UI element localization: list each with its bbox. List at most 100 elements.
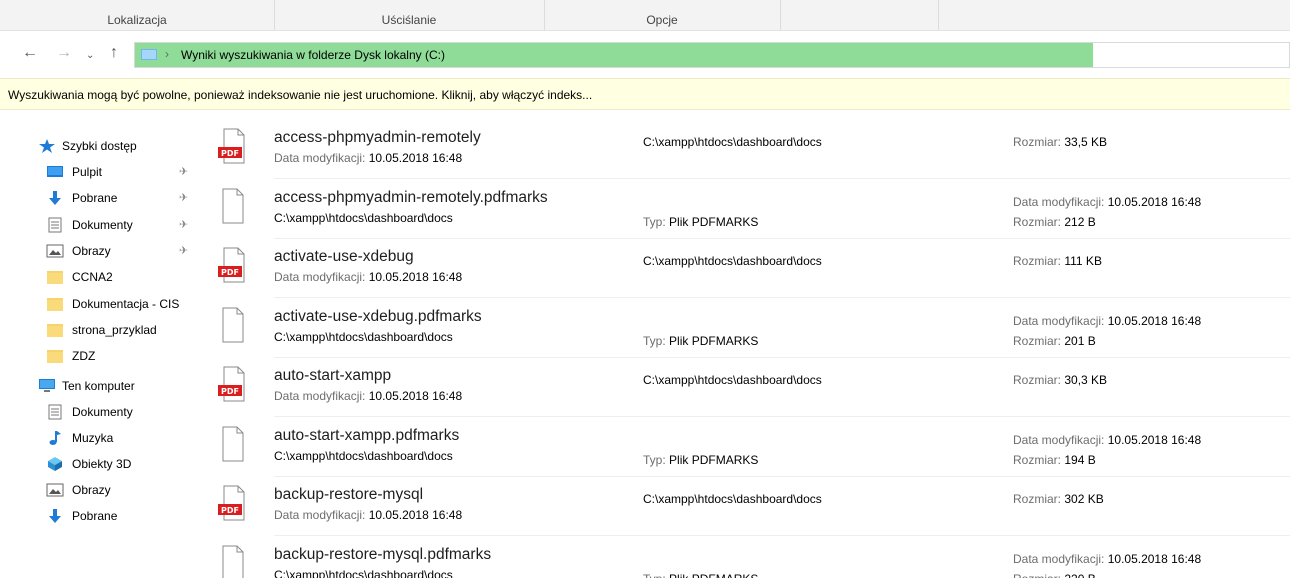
- indexing-info-bar[interactable]: Wyszukiwania mogą być powolne, ponieważ …: [0, 78, 1290, 110]
- field-label: Rozmiar:: [1013, 214, 1062, 229]
- pin-icon[interactable]: ✈: [179, 218, 188, 231]
- file-modified: Data modyfikacji: 10.05.2018 16:48: [274, 270, 462, 284]
- field-label: Rozmiar:: [1013, 135, 1062, 149]
- pictures-icon: [46, 243, 64, 259]
- sidebar-pc-item-obrazy[interactable]: Obrazy: [0, 479, 200, 501]
- file-modified: Data modyfikacji: 10.05.2018 16:48: [1013, 195, 1201, 209]
- result-row[interactable]: access-phpmyadmin-remotely.pdfmarks C:\xa…: [210, 180, 1290, 239]
- sidebar-quick-access[interactable]: Szybki dostęp: [0, 135, 200, 157]
- pdf-file-icon: PDF: [218, 366, 248, 402]
- sidebar-item-label: CCNA2: [72, 270, 113, 285]
- search-results-list: PDF access-phpmyadmin-remotely Data modyfi…: [210, 120, 1290, 578]
- sidebar-item-label: Szybki dostęp: [62, 139, 137, 153]
- sidebar-pc-item-muzyka[interactable]: Muzyka: [0, 427, 200, 449]
- sidebar-item-strona-przyklad[interactable]: strona_przyklad: [0, 319, 200, 341]
- sidebar-item-ccna2[interactable]: CCNA2: [0, 266, 200, 288]
- sidebar-item-label: strona_przyklad: [72, 322, 157, 337]
- field-label: Data modyfikacji:: [1013, 432, 1105, 447]
- result-row[interactable]: activate-use-xdebug.pdfmarks C:\xampp\htd…: [210, 299, 1290, 358]
- indexing-info-text[interactable]: Wyszukiwania mogą być powolne, ponieważ …: [8, 88, 592, 102]
- field-value: 10.05.2018 16:48: [1107, 551, 1202, 566]
- sidebar-this-pc[interactable]: Ten komputer: [0, 375, 200, 397]
- ribbon-group-options[interactable]: Opcje: [544, 0, 781, 30]
- forward-arrow-icon[interactable]: →: [56, 45, 72, 61]
- up-arrow-icon[interactable]: ↑: [110, 45, 118, 61]
- sidebar-item-obrazy[interactable]: Obrazy ✈: [0, 240, 200, 262]
- result-row[interactable]: PDF access-phpmyadmin-remotely Data modyfi…: [210, 120, 1290, 179]
- result-row[interactable]: PDF auto-start-xampp Data modyfikacji: 10.…: [210, 358, 1290, 417]
- field-label: Data modyfikacji:: [1013, 194, 1105, 209]
- address-bar[interactable]: › Wyniki wyszukiwania w folderze Dysk lo…: [134, 42, 1290, 68]
- field-label: Data modyfikacji:: [274, 270, 366, 284]
- field-value: Plik PDFMARKS: [669, 214, 759, 229]
- file-modified: Data modyfikacji: 10.05.2018 16:48: [274, 508, 462, 522]
- sidebar-pc-item-dokumenty[interactable]: Dokumenty: [0, 401, 200, 423]
- documents-icon: [46, 404, 64, 420]
- result-row[interactable]: backup-restore-mysql.pdfmarks C:\xampp\ht…: [210, 537, 1290, 578]
- result-row[interactable]: auto-start-xampp.pdfmarks C:\xampp\htdocs…: [210, 418, 1290, 477]
- folder-icon: [46, 348, 64, 364]
- field-label: Data modyfikacji:: [274, 389, 366, 403]
- pin-icon[interactable]: ✈: [179, 165, 188, 178]
- file-name[interactable]: activate-use-xdebug.pdfmarks: [274, 308, 482, 326]
- file-size: Rozmiar: 33,5 KB: [1013, 135, 1107, 149]
- recent-locations-chevron-icon[interactable]: ⌄: [86, 48, 94, 64]
- file-modified: Data modyfikacji: 10.05.2018 16:48: [1013, 314, 1201, 328]
- sidebar-pc-item-pobrane[interactable]: Pobrane: [0, 505, 200, 527]
- file-name[interactable]: backup-restore-mysql: [274, 486, 423, 504]
- sidebar-item-label: Pobrane: [72, 191, 118, 206]
- address-separator-chevron-icon[interactable]: ›: [165, 47, 169, 61]
- field-value: 30,3 KB: [1064, 373, 1108, 387]
- search-folder-icon: [141, 49, 157, 60]
- file-type: Typ: Plik PDFMARKS: [643, 215, 758, 229]
- download-icon: [46, 508, 64, 524]
- file-name[interactable]: access-phpmyadmin-remotely.pdfmarks: [274, 189, 548, 207]
- ribbon-group-refine[interactable]: Uściślanie: [274, 0, 545, 30]
- field-label: Data modyfikacji:: [1013, 313, 1105, 328]
- sidebar-item-pulpit[interactable]: Pulpit ✈: [0, 161, 200, 183]
- file-type: Typ: Plik PDFMARKS: [643, 334, 758, 348]
- file-modified: Data modyfikacji: 10.05.2018 16:48: [274, 151, 462, 165]
- pictures-icon: [46, 482, 64, 498]
- field-label: Typ:: [643, 333, 666, 348]
- field-label: Typ:: [643, 452, 666, 467]
- result-row[interactable]: PDF backup-restore-mysql Data modyfikacji:…: [210, 477, 1290, 536]
- file-type: Typ: Plik PDFMARKS: [643, 453, 758, 467]
- generic-file-icon: [218, 426, 248, 462]
- field-label: Rozmiar:: [1013, 492, 1062, 506]
- field-label: Data modyfikacji:: [274, 508, 366, 522]
- pdf-file-icon: PDF: [218, 485, 248, 521]
- field-value: 33,5 KB: [1064, 135, 1108, 149]
- pin-icon[interactable]: ✈: [179, 191, 188, 204]
- sidebar-item-pobrane[interactable]: Pobrane ✈: [0, 187, 200, 209]
- folder-icon: [46, 269, 64, 285]
- sidebar-item-zdz[interactable]: ZDZ: [0, 345, 200, 367]
- result-row[interactable]: PDF activate-use-xdebug Data modyfikacji: …: [210, 239, 1290, 298]
- svg-text:PDF: PDF: [221, 387, 239, 396]
- field-value: 10.05.2018 16:48: [1107, 432, 1202, 447]
- file-size: Rozmiar: 302 KB: [1013, 492, 1104, 506]
- file-name[interactable]: backup-restore-mysql.pdfmarks: [274, 546, 491, 564]
- file-name[interactable]: auto-start-xampp: [274, 367, 391, 385]
- svg-text:PDF: PDF: [221, 268, 239, 277]
- sidebar-pc-item-obiekty-3d[interactable]: Obiekty 3D: [0, 453, 200, 475]
- folder-icon: [46, 296, 64, 312]
- field-label: Typ:: [643, 214, 666, 229]
- back-arrow-icon[interactable]: ←: [22, 45, 38, 61]
- field-value: 10.05.2018 16:48: [1107, 313, 1202, 328]
- sidebar-item-dokumentacja-cis[interactable]: Dokumentacja - CIS: [0, 293, 200, 315]
- address-path[interactable]: Wyniki wyszukiwania w folderze Dysk loka…: [181, 48, 445, 62]
- ribbon-group-empty: [780, 0, 939, 30]
- file-location: C:\xampp\htdocs\dashboard\docs: [643, 254, 822, 268]
- ribbon-group-location[interactable]: Lokalizacja: [0, 0, 275, 30]
- file-name[interactable]: access-phpmyadmin-remotely: [274, 129, 481, 147]
- field-label: Rozmiar:: [1013, 373, 1062, 387]
- file-name[interactable]: activate-use-xdebug: [274, 248, 414, 266]
- documents-icon: [46, 217, 64, 233]
- field-value: 10.05.2018 16:48: [368, 508, 463, 522]
- sidebar-item-dokumenty[interactable]: Dokumenty ✈: [0, 214, 200, 236]
- sidebar-item-label: Obrazy: [72, 243, 111, 258]
- pin-icon[interactable]: ✈: [179, 244, 188, 257]
- file-name[interactable]: auto-start-xampp.pdfmarks: [274, 427, 459, 445]
- field-value: 10.05.2018 16:48: [1107, 194, 1202, 209]
